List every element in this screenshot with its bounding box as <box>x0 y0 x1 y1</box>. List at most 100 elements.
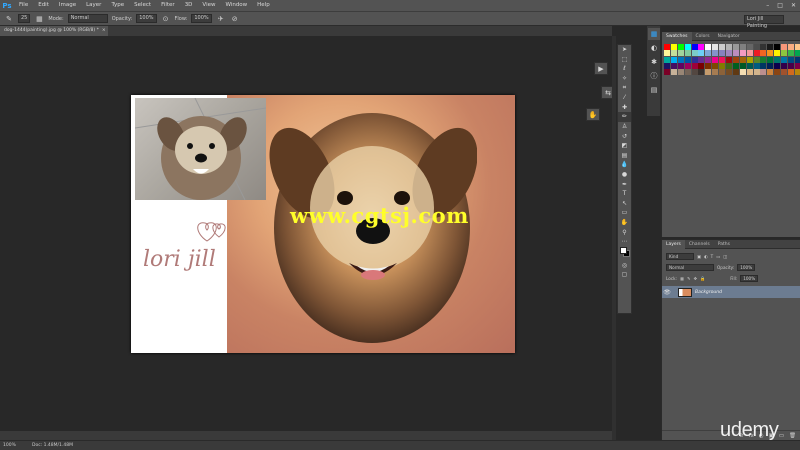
lock-position-icon[interactable]: ✥ <box>693 276 697 281</box>
swatch-color[interactable] <box>774 50 781 57</box>
healing-brush-tool-icon[interactable]: ✚ <box>618 103 631 113</box>
swatch-color[interactable] <box>746 62 753 69</box>
swatch-color[interactable] <box>726 62 733 69</box>
menu-edit[interactable]: Edit <box>33 0 54 11</box>
type-tool-icon[interactable]: T <box>618 189 631 199</box>
swatch-color[interactable] <box>739 50 746 57</box>
swatch-color[interactable] <box>767 44 774 50</box>
filter-type-icon[interactable]: T <box>711 254 714 259</box>
delete-layer-icon[interactable]: 🗑 <box>789 433 796 439</box>
eraser-tool-icon[interactable]: ◩ <box>618 141 631 151</box>
swatch-color[interactable] <box>684 62 691 69</box>
swatch-color[interactable] <box>684 44 691 50</box>
brush-panel-toggle-icon[interactable]: ▦ <box>34 14 44 24</box>
swatch-color[interactable] <box>732 56 739 63</box>
lock-transparent-icon[interactable]: ▦ <box>680 276 684 281</box>
swatch-color[interactable] <box>739 62 746 69</box>
swatches-panel-icon[interactable]: ▦ <box>648 28 660 40</box>
swatch-color[interactable] <box>705 62 712 69</box>
screen-mode-icon[interactable]: ▢ <box>618 270 631 280</box>
swatch-color[interactable] <box>719 69 726 76</box>
filter-adjustment-icon[interactable]: ◐ <box>704 254 708 259</box>
pressure-opacity-icon[interactable]: ⊙ <box>161 14 171 24</box>
character-panel-icon[interactable]: ▤ <box>648 84 660 96</box>
swatch-color[interactable] <box>732 62 739 69</box>
swatch-color[interactable] <box>788 50 795 57</box>
swatch-color[interactable] <box>746 69 753 76</box>
swatch-color[interactable] <box>794 50 800 57</box>
foreground-color[interactable] <box>620 247 627 255</box>
layer-opacity-field[interactable]: 100% <box>737 264 756 271</box>
gradient-tool-icon[interactable]: ▤ <box>618 151 631 161</box>
horizontal-scrollbar[interactable] <box>0 431 612 440</box>
move-tool-icon[interactable]: ➤ <box>618 45 631 55</box>
play-action-icon[interactable]: ▶ <box>594 62 608 75</box>
close-window-button[interactable]: ✕ <box>791 2 796 9</box>
swatch-color[interactable] <box>712 62 719 69</box>
swatch-color[interactable] <box>677 50 684 57</box>
swatch-color[interactable] <box>774 69 781 76</box>
close-tab-icon[interactable]: × <box>102 28 106 33</box>
adjustments-panel-icon[interactable]: ◐ <box>648 42 660 54</box>
lock-all-icon[interactable]: 🔒 <box>700 276 705 282</box>
swatch-color[interactable] <box>726 56 733 63</box>
quick-mask-icon[interactable]: ◎ <box>618 260 631 270</box>
swatch-color[interactable] <box>774 56 781 63</box>
swatch-color[interactable] <box>664 50 670 57</box>
styles-panel-icon[interactable]: ✱ <box>648 56 660 68</box>
swatch-color[interactable] <box>677 69 684 76</box>
swatch-color[interactable] <box>732 44 739 50</box>
swatch-color[interactable] <box>670 56 677 63</box>
menu-3d[interactable]: 3D <box>180 0 198 11</box>
swatch-color[interactable] <box>760 56 767 63</box>
layer-kind-filter[interactable]: Kind <box>666 253 694 260</box>
swatch-color[interactable] <box>781 50 788 57</box>
swatch-color[interactable] <box>746 56 753 63</box>
swatch-color[interactable] <box>739 56 746 63</box>
menu-filter[interactable]: Filter <box>156 0 180 11</box>
swatch-color[interactable] <box>670 44 677 50</box>
swatch-color[interactable] <box>767 62 774 69</box>
path-selection-tool-icon[interactable]: ↖ <box>618 199 631 209</box>
swatch-color[interactable] <box>691 62 698 69</box>
swatch-color[interactable] <box>726 44 733 50</box>
menu-image[interactable]: Image <box>54 0 81 11</box>
swatch-color[interactable] <box>753 62 760 69</box>
swatch-color[interactable] <box>719 56 726 63</box>
swatch-color[interactable] <box>726 69 733 76</box>
swatch-color[interactable] <box>698 56 705 63</box>
flow-field[interactable]: 100% <box>191 14 212 23</box>
swatch-color[interactable] <box>781 44 788 50</box>
maximize-button[interactable]: □ <box>777 2 783 9</box>
swatch-color[interactable] <box>781 62 788 69</box>
swatch-color[interactable] <box>794 44 800 50</box>
workspace-select[interactable]: Lori Jill Painting <box>744 15 784 29</box>
document-size[interactable]: Doc: 1.48M/1.48M <box>28 443 73 448</box>
tab-colors[interactable]: Colors <box>692 32 714 41</box>
crop-tool-icon[interactable]: ⌗ <box>618 83 631 93</box>
layer-fill-field[interactable]: 100% <box>740 275 759 282</box>
swatch-color[interactable] <box>760 50 767 57</box>
menu-type[interactable]: Type <box>106 0 129 11</box>
swatch-color[interactable] <box>670 69 677 76</box>
swatch-color[interactable] <box>726 50 733 57</box>
marquee-tool-icon[interactable]: ⬚ <box>618 55 631 65</box>
menu-layer[interactable]: Layer <box>81 0 106 11</box>
zoom-tool-icon[interactable]: ⚲ <box>618 227 631 237</box>
filter-smart-icon[interactable]: ◫ <box>723 254 727 259</box>
lock-pixels-icon[interactable]: ✎ <box>687 276 691 281</box>
swatch-color[interactable] <box>691 44 698 50</box>
swatch-color[interactable] <box>753 44 760 50</box>
swatch-color[interactable] <box>774 44 781 50</box>
swatch-color[interactable] <box>774 62 781 69</box>
airbrush-icon[interactable]: ✈ <box>216 14 226 24</box>
swatch-color[interactable] <box>712 50 719 57</box>
swatch-color[interactable] <box>788 56 795 63</box>
swatch-color[interactable] <box>739 44 746 50</box>
swatch-color[interactable] <box>788 62 795 69</box>
quick-select-tool-icon[interactable]: ✧ <box>618 74 631 84</box>
brush-presets-icon[interactable]: ✋ <box>586 108 600 121</box>
swatch-color[interactable] <box>788 44 795 50</box>
swatch-color[interactable] <box>664 44 670 50</box>
swatch-color[interactable] <box>664 56 670 63</box>
